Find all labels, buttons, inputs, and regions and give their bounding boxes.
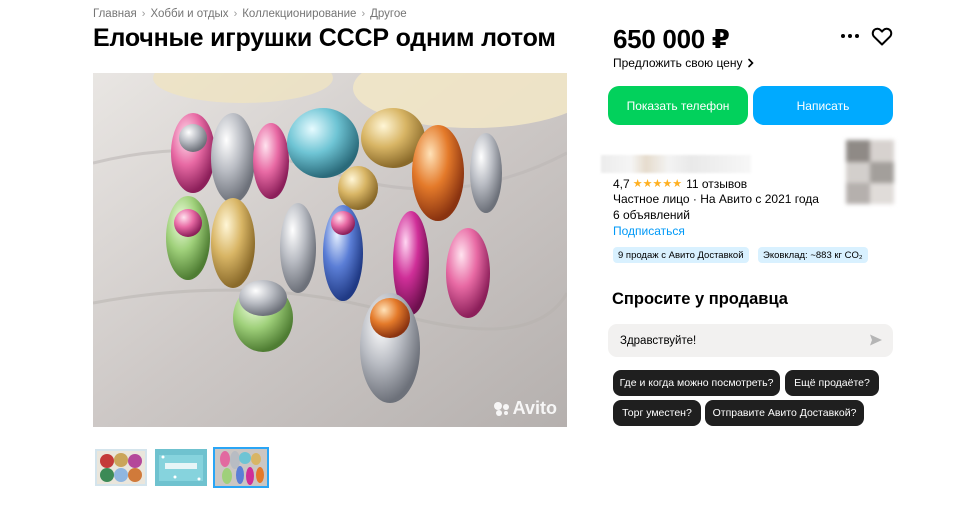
thumbnail-2[interactable] <box>153 447 209 488</box>
subscribe-link[interactable]: Подписаться <box>613 224 685 238</box>
send-button[interactable] <box>869 333 883 347</box>
offer-price-label: Предложить свою цену <box>613 56 743 70</box>
watermark-text: Avito <box>512 398 557 418</box>
more-options-button[interactable] <box>838 25 862 47</box>
thumbnail-1[interactable] <box>93 447 149 488</box>
star-icon: ★ <box>672 177 683 190</box>
star-icon: ★ <box>632 177 643 190</box>
seller-type: Частное лицо · На Авито с 2021 года <box>613 192 819 206</box>
breadcrumb-collecting[interactable]: Коллекционирование <box>242 8 356 20</box>
eco-contribution-badge[interactable]: Эковклад: ~883 кг CO₂ <box>758 247 868 263</box>
breadcrumb-separator-icon: › <box>141 8 146 20</box>
quick-question-delivery[interactable]: Отправите Авито Доставкой? <box>705 400 864 426</box>
breadcrumb-other[interactable]: Другое <box>370 8 407 20</box>
ask-seller-heading: Спросите у продавца <box>612 290 788 308</box>
price: 650 000 ₽ <box>613 24 730 54</box>
breadcrumb-separator-icon: › <box>233 8 238 20</box>
star-icon: ★ <box>662 177 673 190</box>
message-input[interactable] <box>608 324 893 357</box>
favorite-button[interactable] <box>870 24 894 48</box>
more-dots-icon <box>841 34 859 38</box>
offer-price-link[interactable]: Предложить свою цену <box>613 56 755 70</box>
page-title: Елочные игрушки СССР одним лотом <box>93 24 556 52</box>
avito-logo-icon <box>493 401 509 416</box>
breadcrumb: Главная › Хобби и отдых › Коллекциониров… <box>93 8 407 20</box>
seller-ads-count[interactable]: 6 объявлений <box>613 208 690 222</box>
breadcrumb-hobby[interactable]: Хобби и отдых <box>150 8 228 20</box>
delivery-sales-badge[interactable]: 9 продаж с Авито Доставкой <box>613 247 749 263</box>
photo-thumbnails <box>93 447 269 488</box>
thumbnail-3-selected[interactable] <box>213 447 269 488</box>
chevron-right-icon <box>747 58 754 68</box>
breadcrumb-separator-icon: › <box>361 8 366 20</box>
quick-question-where-when[interactable]: Где и когда можно посмотреть? <box>613 370 780 396</box>
ornaments-photo <box>93 73 567 427</box>
write-message-button[interactable]: Написать <box>753 86 893 125</box>
heart-icon <box>871 27 893 46</box>
avito-watermark: Avito <box>493 398 557 419</box>
seller-name-blurred[interactable] <box>601 155 751 173</box>
quick-question-bargain[interactable]: Торг уместен? <box>613 400 701 426</box>
avatar[interactable] <box>846 140 894 204</box>
breadcrumb-home[interactable]: Главная <box>93 8 137 20</box>
rating-value: 4,7 <box>613 177 630 191</box>
send-icon <box>870 334 882 346</box>
rating-stars: ★ ★ ★ ★ ★ <box>632 177 683 190</box>
reviews-count[interactable]: 11 отзывов <box>686 177 747 191</box>
quick-question-still-selling[interactable]: Ещё продаёте? <box>785 370 879 396</box>
main-photo[interactable]: Avito <box>93 73 567 427</box>
seller-rating[interactable]: 4,7 ★ ★ ★ ★ ★ 11 отзывов <box>613 177 747 191</box>
star-icon: ★ <box>652 177 663 190</box>
show-phone-button[interactable]: Показать телефон <box>608 86 748 125</box>
star-icon: ★ <box>642 177 653 190</box>
